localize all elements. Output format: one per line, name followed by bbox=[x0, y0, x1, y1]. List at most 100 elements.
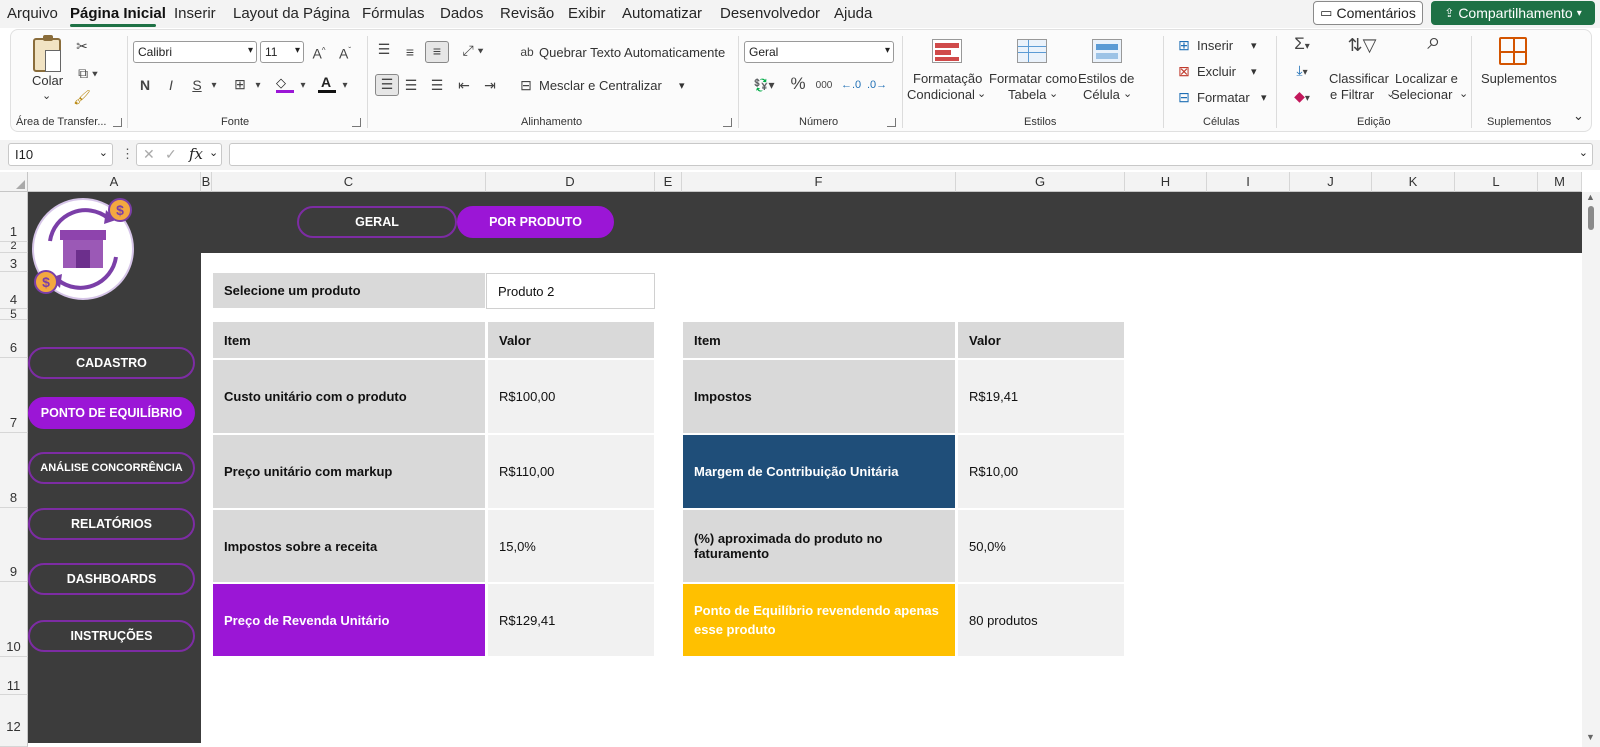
format-painter-icon[interactable]: 🖌 bbox=[73, 88, 91, 106]
chevron-down-icon[interactable]: ▾ bbox=[207, 77, 221, 95]
chevron-down-icon[interactable]: ▾ bbox=[679, 79, 685, 92]
column-header-k[interactable]: K bbox=[1372, 172, 1455, 192]
orientation-icon[interactable]: ⤢ ▾ bbox=[457, 41, 489, 59]
percent-icon[interactable]: % bbox=[789, 75, 807, 93]
column-header-f[interactable]: F bbox=[682, 172, 956, 192]
tab-dados[interactable]: Dados bbox=[440, 5, 483, 22]
font-color-icon[interactable]: A bbox=[318, 74, 336, 94]
tab-formulas[interactable]: Fórmulas bbox=[362, 5, 425, 22]
search-icon[interactable]: ⌕ bbox=[1419, 30, 1449, 54]
format-table-label-2[interactable]: Tabela bbox=[1008, 87, 1046, 102]
chevron-down-icon[interactable]: ⌄ bbox=[209, 146, 218, 159]
cell-styles-label-1[interactable]: Estilos de bbox=[1078, 71, 1134, 86]
sort-filter-icon[interactable]: ⇅▽ bbox=[1345, 36, 1379, 54]
fill-icon[interactable]: ⤓▾ bbox=[1287, 61, 1317, 82]
italic-button[interactable]: I bbox=[163, 76, 179, 94]
align-right-icon[interactable]: ☰ bbox=[428, 76, 446, 94]
chevron-down-icon[interactable]: ▾ bbox=[1261, 91, 1267, 104]
copy-icon[interactable]: ⧉ ▾ bbox=[73, 64, 103, 82]
row-header-11[interactable]: 11 bbox=[0, 657, 28, 695]
formula-input[interactable]: ⌄ bbox=[229, 143, 1593, 166]
borders-icon[interactable]: ⊞ bbox=[231, 75, 249, 93]
merge-center-button[interactable]: Mesclar e Centralizar bbox=[539, 78, 662, 93]
row-header-12[interactable]: 12 bbox=[0, 695, 28, 747]
fill-color-icon[interactable]: ◇ bbox=[276, 74, 294, 94]
product-selector-input[interactable]: Produto 2 bbox=[486, 273, 655, 309]
column-header-b[interactable]: B bbox=[201, 172, 212, 192]
column-header-i[interactable]: I bbox=[1207, 172, 1290, 192]
tab-inserir[interactable]: Inserir bbox=[174, 5, 216, 22]
conditional-format-label-1[interactable]: Formatação bbox=[913, 71, 982, 86]
row-header-2[interactable]: 2 bbox=[0, 241, 28, 253]
column-header-c[interactable]: C bbox=[212, 172, 486, 192]
increase-indent-icon[interactable]: ⇥ bbox=[481, 76, 499, 94]
nav-geral-button[interactable]: GERAL bbox=[297, 206, 457, 238]
scroll-down-icon[interactable]: ▼ bbox=[1586, 732, 1595, 742]
column-header-h[interactable]: H bbox=[1125, 172, 1207, 192]
addins-button[interactable]: Suplementos bbox=[1481, 71, 1557, 86]
tab-exibir[interactable]: Exibir bbox=[568, 5, 606, 22]
chevron-down-icon[interactable]: ⌄ bbox=[1049, 87, 1058, 100]
insert-function-button[interactable]: fx bbox=[189, 145, 203, 163]
clear-icon[interactable]: ◆▾ bbox=[1287, 87, 1317, 108]
more-options-icon[interactable]: ⋮ bbox=[121, 146, 134, 162]
format-table-icon[interactable] bbox=[1017, 39, 1047, 63]
vertical-scrollbar[interactable]: ▲ ▼ bbox=[1582, 192, 1600, 747]
align-top-icon[interactable]: ☰ bbox=[375, 40, 393, 58]
select-all-corner[interactable] bbox=[0, 172, 28, 192]
conditional-format-label-2[interactable]: Condicional bbox=[907, 87, 975, 102]
row-header-10[interactable]: 10 bbox=[0, 582, 28, 657]
cell-styles-label-2[interactable]: Célula bbox=[1083, 87, 1120, 102]
comma-style-icon[interactable]: 000 bbox=[812, 77, 836, 95]
paste-icon[interactable] bbox=[33, 35, 61, 72]
paste-dropdown-icon[interactable]: ⌄ bbox=[42, 89, 51, 102]
chevron-down-icon[interactable]: ▾ bbox=[1251, 65, 1257, 78]
currency-icon[interactable]: 💱▾ bbox=[746, 76, 782, 94]
sort-filter-label-1[interactable]: Classificar bbox=[1329, 71, 1389, 86]
chevron-down-icon[interactable]: ⌄ bbox=[1459, 87, 1468, 100]
sidebar-item-cadastro[interactable]: CADASTRO bbox=[28, 347, 195, 379]
sidebar-item-analise-concorrencia[interactable]: ANÁLISE CONCORRÊNCIA bbox=[28, 452, 195, 484]
column-header-e[interactable]: E bbox=[655, 172, 682, 192]
find-select-label-1[interactable]: Localizar e bbox=[1395, 71, 1458, 86]
align-left-icon[interactable]: ☰ bbox=[375, 74, 399, 96]
column-header-d[interactable]: D bbox=[486, 172, 655, 192]
find-select-label-2[interactable]: Selecionar bbox=[1391, 87, 1452, 102]
sort-filter-label-2[interactable]: e Filtrar bbox=[1330, 87, 1374, 102]
cancel-icon[interactable]: ✕ bbox=[143, 146, 155, 163]
align-middle-icon[interactable]: ≡ bbox=[401, 43, 419, 61]
paste-button[interactable]: Colar bbox=[32, 73, 63, 88]
increase-font-icon[interactable]: A^ bbox=[309, 42, 329, 63]
underline-button[interactable]: S bbox=[189, 76, 205, 94]
tab-ajuda[interactable]: Ajuda bbox=[834, 5, 872, 22]
bold-button[interactable]: N bbox=[137, 76, 153, 94]
align-center-icon[interactable]: ☰ bbox=[402, 76, 420, 94]
column-header-m[interactable]: M bbox=[1538, 172, 1582, 192]
font-name-dropdown[interactable]: Calibri ▾ bbox=[133, 41, 257, 63]
clipboard-launcher-icon[interactable] bbox=[113, 118, 122, 127]
row-header-9[interactable]: 9 bbox=[0, 508, 28, 582]
column-header-j[interactable]: J bbox=[1290, 172, 1372, 192]
row-header-1[interactable]: 1 bbox=[0, 192, 28, 242]
increase-decimal-icon[interactable]: ←.0 bbox=[841, 76, 861, 94]
decrease-indent-icon[interactable]: ⇤ bbox=[455, 76, 473, 94]
align-bottom-icon[interactable]: ≡ bbox=[425, 41, 449, 63]
cell-styles-icon[interactable] bbox=[1092, 39, 1122, 63]
tab-desenvolvedor[interactable]: Desenvolvedor bbox=[720, 5, 820, 22]
scroll-up-icon[interactable]: ▲ bbox=[1586, 192, 1595, 202]
column-header-l[interactable]: L bbox=[1455, 172, 1538, 192]
name-box[interactable]: I10 ⌄ bbox=[8, 143, 113, 166]
row-header-5[interactable]: 5 bbox=[0, 308, 28, 320]
number-launcher-icon[interactable] bbox=[887, 118, 896, 127]
row-header-7[interactable]: 7 bbox=[0, 358, 28, 433]
row-header-3[interactable]: 3 bbox=[0, 253, 28, 272]
tab-pagina-inicial[interactable]: Página Inicial bbox=[70, 5, 166, 22]
row-header-4[interactable]: 4 bbox=[0, 272, 28, 309]
alignment-launcher-icon[interactable] bbox=[723, 118, 732, 127]
expand-formula-icon[interactable]: ⌄ bbox=[1579, 146, 1588, 159]
column-header-g[interactable]: G bbox=[956, 172, 1125, 192]
chevron-down-icon[interactable]: ⌄ bbox=[977, 87, 986, 100]
wrap-text-button[interactable]: Quebrar Texto Automaticamente bbox=[539, 45, 725, 60]
format-cells-button[interactable]: Formatar bbox=[1197, 90, 1250, 105]
tab-automatizar[interactable]: Automatizar bbox=[622, 5, 702, 22]
